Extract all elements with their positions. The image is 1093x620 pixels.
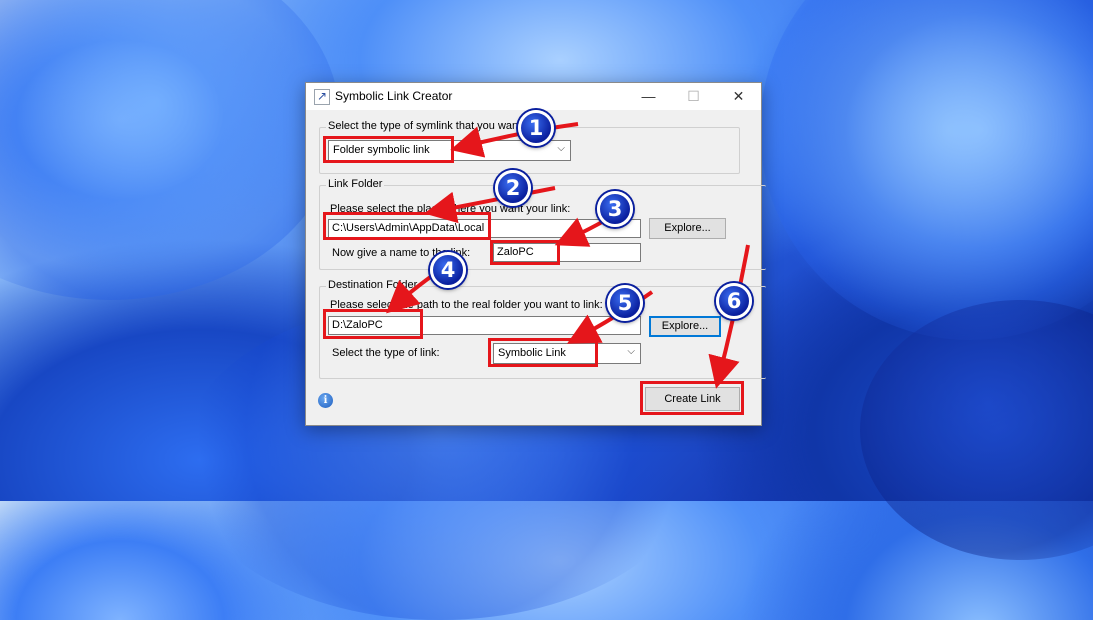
step-badge-4: 4 xyxy=(430,252,466,288)
step-badge-1: 1 xyxy=(518,110,554,146)
arrow-step-2 xyxy=(424,186,556,224)
step-badge-5: 5 xyxy=(607,285,643,321)
annotation-arrows xyxy=(386,122,750,389)
step-badge-2: 2 xyxy=(495,170,531,206)
step-badge-6: 6 xyxy=(716,283,752,319)
step-badge-3: 3 xyxy=(597,191,633,227)
